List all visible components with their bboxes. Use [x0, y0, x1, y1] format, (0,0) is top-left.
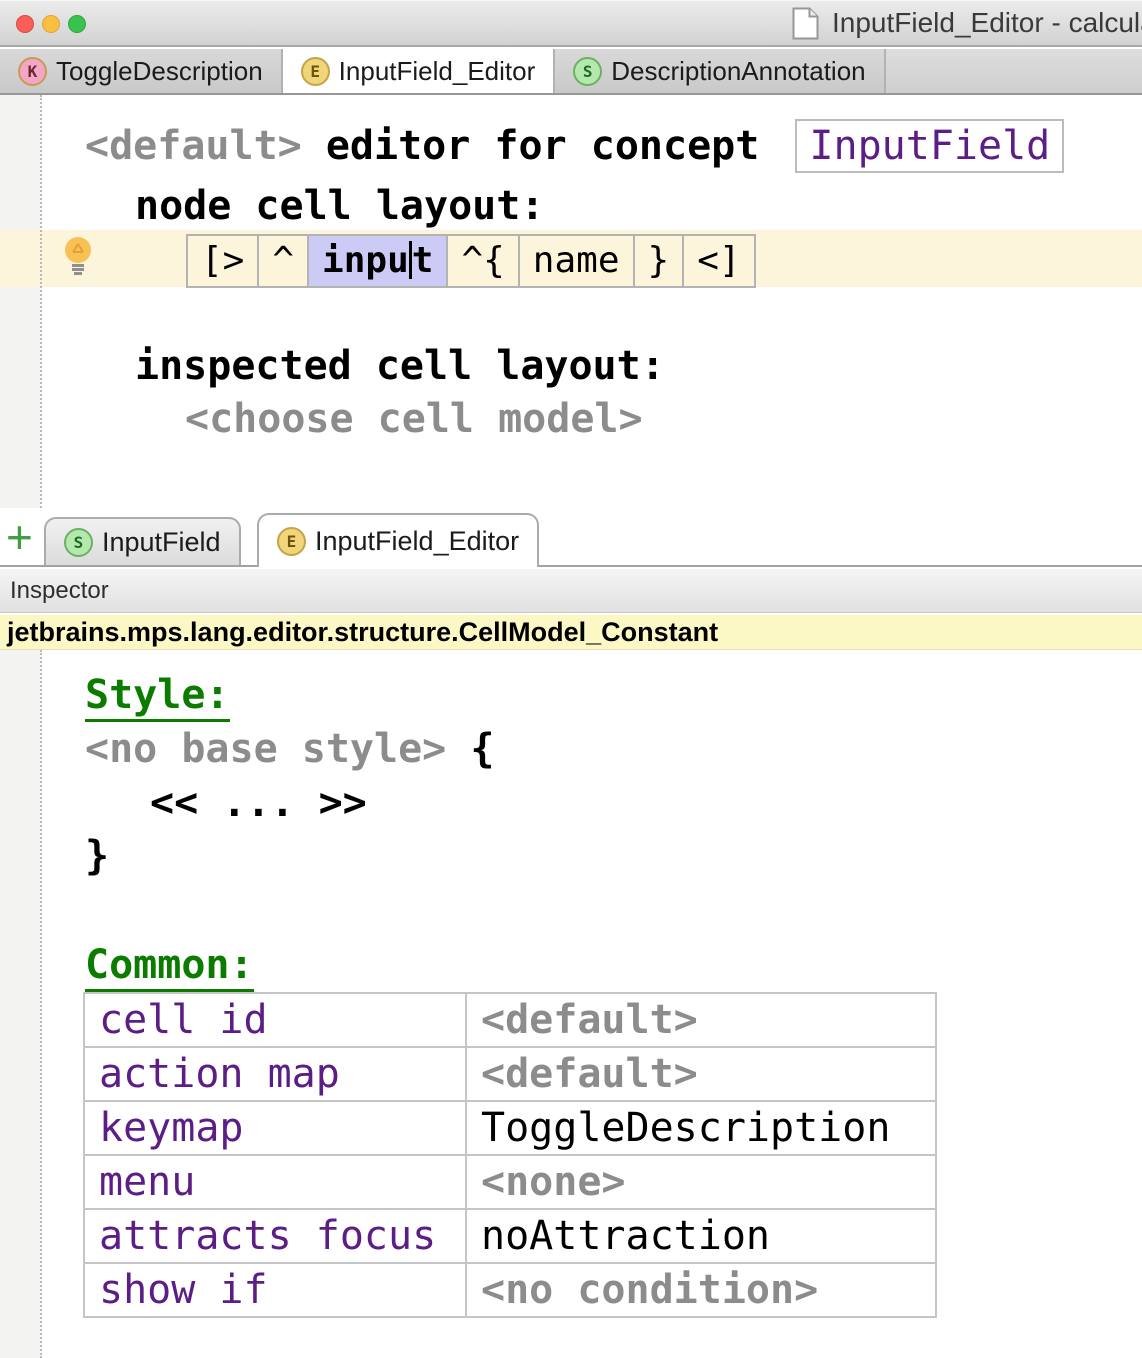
table-row: attracts focus noAttraction: [84, 1209, 936, 1263]
close-brace: }: [85, 833, 109, 879]
common-section-title: Common:: [85, 942, 254, 992]
inspected-cell-layout-label: inspected cell layout:: [135, 343, 665, 389]
tab-label: InputField_Editor: [339, 56, 536, 87]
no-base-style-placeholder[interactable]: <no base style>: [85, 726, 446, 772]
main-editor[interactable]: <default> editor for concept InputField …: [0, 95, 1142, 508]
property-value-menu[interactable]: <none>: [466, 1155, 936, 1209]
property-label-keymap: keymap: [84, 1101, 466, 1155]
gutter-separator: [40, 95, 42, 508]
document-icon: [792, 7, 819, 45]
cell-close-brace[interactable]: }: [635, 236, 685, 286]
close-button[interactable]: [16, 15, 34, 33]
cell-open-bracket[interactable]: [>: [188, 236, 259, 286]
property-label-attracts-focus: attracts focus: [84, 1209, 466, 1263]
editor-for-concept-text: editor for concept: [302, 123, 760, 169]
default-editor-label[interactable]: <default>: [85, 123, 302, 169]
cell-open-brace[interactable]: ^{: [448, 236, 519, 286]
cell-layout-row[interactable]: [> ^ input ^{ name } <]: [186, 234, 756, 288]
property-label-action-map: action map: [84, 1047, 466, 1101]
property-value-attracts-focus[interactable]: noAttraction: [466, 1209, 936, 1263]
property-value-show-if[interactable]: <no condition>: [466, 1263, 936, 1317]
concept-reference[interactable]: InputField: [795, 119, 1064, 173]
inspector-panel-title: Inspector: [10, 569, 109, 612]
editor-header-line[interactable]: <default> editor for concept InputField: [85, 119, 1064, 173]
property-label-menu: menu: [84, 1155, 466, 1209]
style-body-placeholder[interactable]: << ... >>: [150, 780, 367, 826]
table-row: menu <none>: [84, 1155, 936, 1209]
zoom-button[interactable]: [68, 15, 86, 33]
title-bar: InputField_Editor - calcula: [0, 0, 1142, 47]
tab-descriptionannotation[interactable]: S DescriptionAnnotation: [555, 49, 885, 93]
node-tab-bar: + S InputField E InputField_Editor: [0, 508, 1142, 567]
minimize-button[interactable]: [42, 15, 60, 33]
property-label-show-if: show if: [84, 1263, 466, 1317]
inspector-title-bar: Inspector: [0, 569, 1142, 613]
inspector-gutter-separator: [40, 650, 42, 1358]
cell-constant-input[interactable]: input: [309, 236, 448, 286]
style-section-title: Style:: [85, 672, 230, 722]
cell-property-name[interactable]: name: [520, 236, 635, 286]
inspector-qualified-name-bar: jetbrains.mps.lang.editor.structure.Cell…: [0, 614, 1142, 650]
tab-inputfield-structure[interactable]: S InputField: [44, 517, 241, 565]
table-row: show if <no condition>: [84, 1263, 936, 1317]
editor-gutter: [0, 95, 40, 508]
tab-inputfield-editor[interactable]: E InputField_Editor: [283, 49, 556, 93]
choose-cell-model-placeholder[interactable]: <choose cell model>: [185, 396, 643, 442]
editor-concept-icon: E: [301, 57, 330, 86]
structure-concept-icon: S: [573, 57, 602, 86]
tab-label: InputField_Editor: [315, 526, 519, 557]
tab-label: DescriptionAnnotation: [611, 56, 865, 87]
property-value-action-map[interactable]: <default>: [466, 1047, 936, 1101]
table-row: keymap ToggleDescription: [84, 1101, 936, 1155]
inspector-editor[interactable]: Style: <no base style> { << ... >> } Com…: [0, 650, 1142, 1358]
tab-bar-filler: [886, 49, 1142, 93]
keymap-icon: K: [18, 57, 47, 86]
add-tab-button[interactable]: +: [6, 512, 33, 562]
qualified-concept-name: jetbrains.mps.lang.editor.structure.Cell…: [7, 615, 718, 649]
property-value-keymap[interactable]: ToggleDescription: [466, 1101, 936, 1155]
intention-bulb-icon[interactable]: [63, 236, 94, 283]
cell-close-bracket[interactable]: <]: [684, 236, 753, 286]
node-cell-layout-label: node cell layout:: [135, 183, 544, 229]
base-style-line[interactable]: <no base style> {: [85, 726, 494, 772]
table-row: action map <default>: [84, 1047, 936, 1101]
tab-label: InputField: [102, 527, 221, 558]
text-before-cursor: inpu: [322, 240, 409, 281]
tab-label: ToggleDescription: [56, 56, 263, 87]
tab-toggledescription[interactable]: K ToggleDescription: [0, 49, 283, 93]
window-title: InputField_Editor - calcula: [832, 0, 1142, 47]
common-properties-table: cell id <default> action map <default> k…: [83, 992, 937, 1318]
editor-concept-icon: E: [277, 527, 306, 556]
structure-concept-icon: S: [64, 528, 93, 557]
table-row: cell id <default>: [84, 993, 936, 1047]
editor-tab-bar: K ToggleDescription E InputField_Editor …: [0, 49, 1142, 95]
tab-inputfield-editor-node[interactable]: E InputField_Editor: [257, 513, 539, 567]
open-brace: {: [446, 726, 494, 772]
property-label-cell-id: cell id: [84, 993, 466, 1047]
text-after-cursor: t: [412, 240, 434, 281]
property-value-cell-id[interactable]: <default>: [466, 993, 936, 1047]
inspector-gutter: [0, 650, 40, 1358]
cell-caret-marker[interactable]: ^: [259, 236, 309, 286]
